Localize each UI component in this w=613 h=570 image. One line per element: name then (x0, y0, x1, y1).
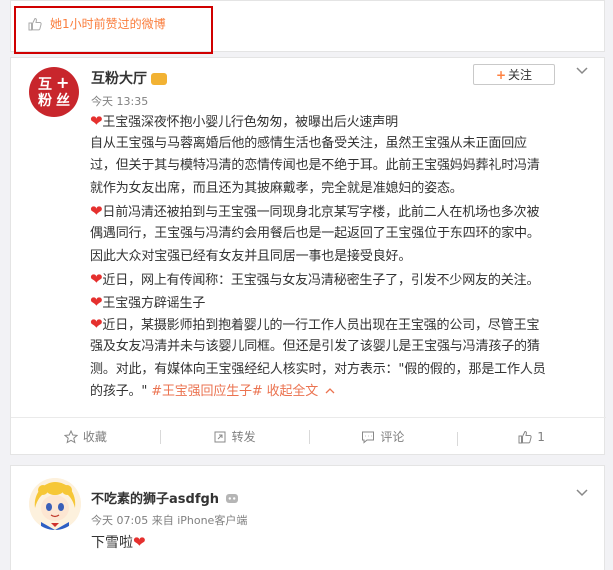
chevron-up-icon (325, 388, 335, 394)
follow-button[interactable]: + 关注 (473, 64, 555, 85)
repost-button[interactable]: 转发 (159, 428, 309, 445)
collapse-link[interactable]: 收起全文 (267, 384, 335, 399)
robot-badge-icon (226, 493, 239, 503)
like-button[interactable]: 1 (457, 429, 606, 446)
weibo-post-card: 不吃素的狮子asdfgh 今天 07:05 来自 iPhone客户端 下雪啦❤ (10, 465, 605, 570)
plus-icon: + (495, 67, 507, 82)
vip-badge-icon (151, 73, 167, 85)
post-content: ❤王宝强深夜怀抱小婴儿行色匆匆，被曝出后火速声明 自从王宝强与马蓉离婚后他的感情… (90, 112, 546, 400)
plus-icon: + (56, 73, 70, 92)
heart-icon: ❤ (90, 112, 103, 130)
post-actions: 收藏 转发 评论 1 (11, 417, 606, 455)
heart-icon: ❤ (90, 270, 103, 289)
cartoon-avatar-icon (29, 478, 81, 530)
chevron-down-icon[interactable] (574, 62, 590, 78)
post-time-source[interactable]: 今天 07:05 来自 iPhone客户端 (91, 512, 247, 528)
avatar[interactable]: 互 + 粉 丝 (29, 67, 79, 117)
author-name[interactable]: 互粉大厅 (91, 68, 167, 88)
like-count: 1 (537, 429, 545, 444)
weibo-post-card: 互 + 粉 丝 互粉大厅 今天 13:35 + 关注 ❤王宝强深夜怀抱小婴儿行色… (10, 57, 606, 455)
heart-icon: ❤ (90, 315, 103, 334)
favorite-button[interactable]: 收藏 (11, 428, 160, 445)
heart-icon: ❤ (90, 292, 103, 311)
liked-notice-text[interactable]: 她1小时前赞过的微博 (50, 15, 166, 32)
star-icon (63, 429, 78, 444)
hashtag-link[interactable]: #王宝强回应生子# (151, 384, 263, 399)
avatar[interactable] (29, 478, 81, 530)
repost-icon (214, 431, 226, 442)
thumb-up-icon (518, 430, 532, 443)
comment-button[interactable]: 评论 (308, 428, 458, 445)
post-time[interactable]: 今天 13:35 (91, 93, 148, 109)
post-content: 下雪啦❤ (91, 533, 146, 551)
comment-icon (362, 431, 375, 444)
liked-notice: 她1小时前赞过的微博 (28, 15, 166, 32)
heart-icon: ❤ (90, 202, 103, 221)
author-name[interactable]: 不吃素的狮子asdfgh (91, 488, 239, 507)
chevron-down-icon[interactable] (574, 484, 590, 500)
thumb-up-icon (28, 17, 42, 30)
heart-icon: ❤ (133, 533, 146, 551)
